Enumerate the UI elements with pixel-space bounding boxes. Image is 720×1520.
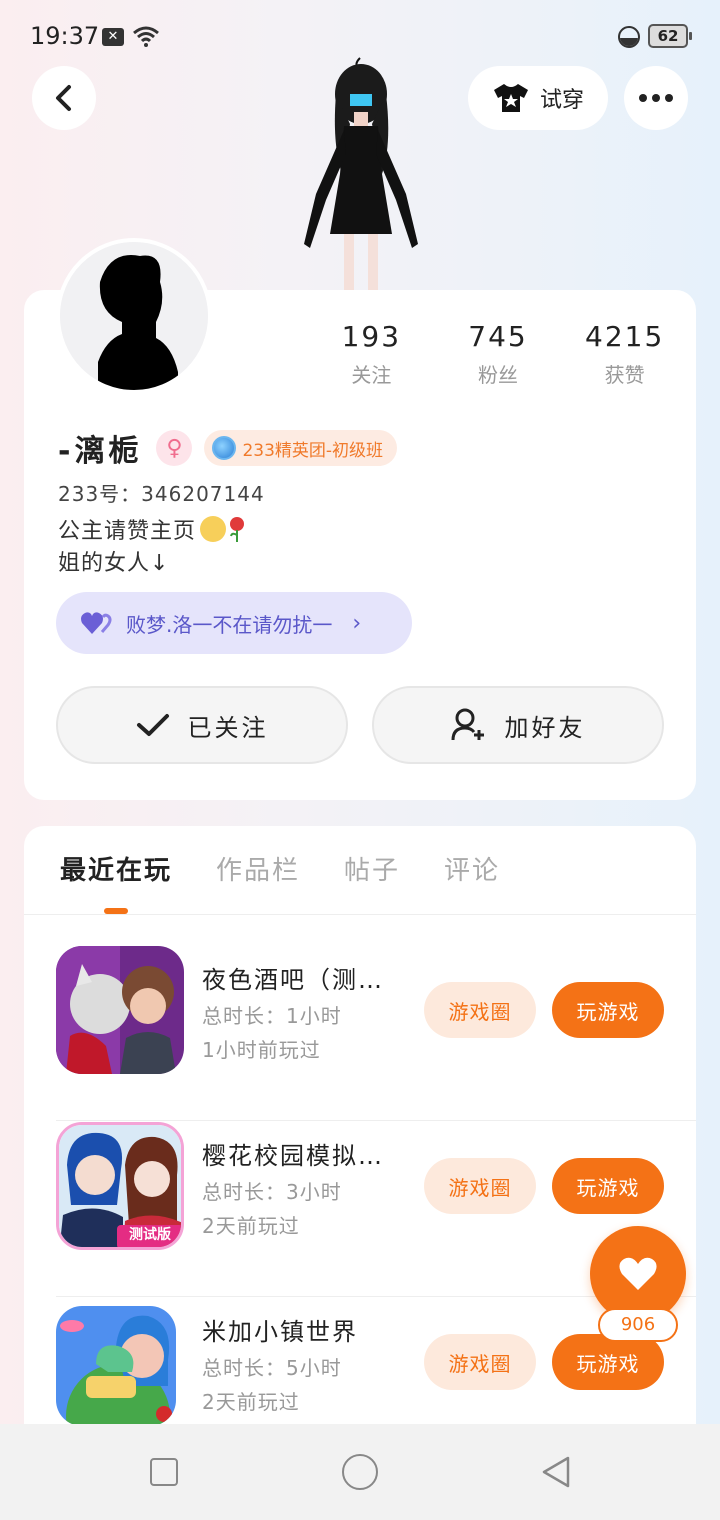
double-heart-icon: [81, 612, 112, 634]
game-duration: 总时长：5小时: [202, 1356, 342, 1380]
content-card: 最近在玩 作品栏 帖子 评论 夜色酒吧（测… 总时长：1小时 1小时前玩过 游戏…: [24, 826, 696, 1446]
status-time: 19:37: [30, 22, 100, 50]
test-version-badge: 测试版: [129, 1227, 171, 1243]
user-name: -漓栀: [58, 434, 143, 469]
avatar[interactable]: [56, 238, 212, 394]
silhouette-avatar-image: [60, 242, 208, 390]
game-last-played: 1小时前玩过: [202, 1038, 321, 1062]
stat-value: 4215: [585, 320, 665, 353]
game-circle-button[interactable]: 游戏圈: [424, 982, 536, 1038]
back-icon: [56, 85, 71, 111]
bio: 公主请赞主页 姐的女人↓: [58, 516, 246, 580]
game-icon[interactable]: 测试版: [56, 1122, 184, 1250]
game-last-played: 2天前玩过: [202, 1214, 300, 1238]
game-icon[interactable]: [56, 946, 184, 1074]
try-on-label: 试穿: [539, 88, 584, 113]
stat-value: 745: [468, 320, 528, 353]
tab-comments[interactable]: 评论: [444, 850, 500, 887]
chevron-right-icon: ›: [352, 610, 362, 636]
stat-value: 193: [341, 320, 402, 353]
stat-label: 获赞: [604, 363, 645, 387]
check-icon: [136, 714, 169, 736]
play-game-button[interactable]: 玩游戏: [552, 1158, 664, 1214]
add-user-icon: [451, 708, 484, 741]
tab-recent[interactable]: 最近在玩: [60, 850, 172, 887]
play-game-button[interactable]: 玩游戏: [552, 982, 664, 1038]
following-label: 已关注: [187, 713, 269, 742]
elite-tag[interactable]: 233精英团-初级班: [204, 430, 398, 466]
stat-following[interactable]: 193 关注: [308, 320, 435, 388]
recent-apps-icon[interactable]: [150, 1458, 178, 1486]
name-row: -漓栀 ♀ 233精英团-初级班: [58, 426, 398, 470]
game-title: 米加小镇世界: [202, 1318, 358, 1346]
divider: [56, 1120, 696, 1121]
more-icon: [639, 94, 647, 102]
moon-icon: [618, 26, 640, 48]
notification-x-icon: ✕: [102, 28, 124, 46]
game-duration: 总时长：1小时: [202, 1004, 342, 1028]
like-count: 906: [598, 1308, 678, 1342]
character-avatar-figure[interactable]: [296, 54, 426, 290]
drooling-face-icon: [200, 516, 227, 542]
user-id: 233号：346207144: [58, 482, 265, 506]
divider: [24, 914, 696, 915]
elite-tag-label: 233精英团-初级班: [242, 440, 384, 461]
game-item[interactable]: 夜色酒吧（测… 总时长：1小时 1小时前玩过 游戏圈 玩游戏: [56, 946, 696, 1121]
game-title: 樱花校园模拟…: [202, 1142, 384, 1170]
best-friend-pill[interactable]: 败梦.洛一不在请勿扰一 ›: [56, 592, 412, 654]
system-nav-bar: [0, 1424, 720, 1520]
game-last-played: 2天前玩过: [202, 1390, 300, 1414]
stat-label: 关注: [351, 363, 392, 387]
game-duration: 总时长：3小时: [202, 1180, 342, 1204]
gem-icon: [212, 436, 237, 460]
try-on-button[interactable]: 试穿: [468, 66, 608, 130]
back-button[interactable]: [32, 66, 96, 130]
home-icon[interactable]: [342, 1454, 378, 1490]
game-icon[interactable]: [56, 1306, 176, 1426]
more-button[interactable]: [624, 66, 688, 130]
heart-icon: [619, 1257, 657, 1290]
female-icon: ♀: [156, 430, 193, 466]
play-game-button[interactable]: 玩游戏: [552, 1334, 664, 1390]
tshirt-icon: [493, 84, 528, 112]
wifi-icon: [133, 26, 159, 47]
bio-line: 姐的女人↓: [58, 551, 170, 576]
stat-label: 粉丝: [478, 363, 518, 387]
tab-works[interactable]: 作品栏: [216, 850, 300, 887]
stat-fans[interactable]: 745 粉丝: [435, 320, 562, 388]
add-friend-label: 加好友: [504, 713, 586, 742]
stat-likes[interactable]: 4215 获赞: [561, 320, 688, 388]
following-button[interactable]: 已关注: [56, 686, 348, 764]
add-friend-button[interactable]: 加好友: [372, 686, 664, 764]
tab-posts[interactable]: 帖子: [344, 850, 400, 887]
game-circle-button[interactable]: 游戏圈: [424, 1158, 536, 1214]
rose-icon: [230, 517, 245, 542]
tab-bar: 最近在玩 作品栏 帖子 评论: [60, 850, 500, 887]
best-friend-name: 败梦.洛一不在请勿扰一: [126, 612, 333, 637]
battery-icon: 62: [648, 24, 692, 48]
bio-line: 公主请赞主页: [58, 519, 197, 544]
nav-back-icon[interactable]: [538, 1454, 574, 1490]
stats-row: 193 关注 745 粉丝 4215 获赞: [308, 320, 688, 388]
game-circle-button[interactable]: 游戏圈: [424, 1334, 536, 1390]
game-title: 夜色酒吧（测…: [202, 966, 384, 994]
